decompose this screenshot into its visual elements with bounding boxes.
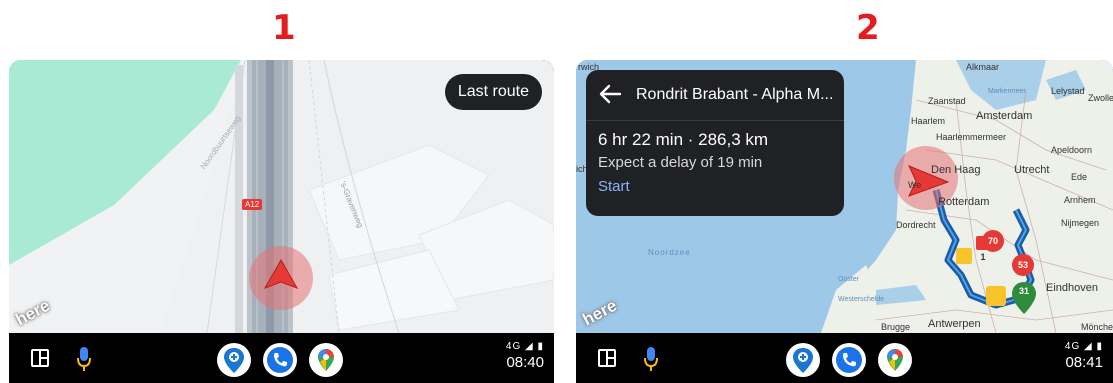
android-auto-taskbar: 4G ◢ ▮ 08:40 <box>9 333 554 383</box>
map-view[interactable]: A12 Noordbuurtseweg 's-Gravenweg Last ro… <box>9 60 554 333</box>
city-label: Rotterdam <box>938 196 990 208</box>
dashboard-grid-icon[interactable] <box>598 349 616 367</box>
status-area: 4G ◢ ▮ 08:40 <box>506 341 544 371</box>
map-view[interactable]: Alkmaar Lelystad Zwolle Zaanstad Amsterd… <box>576 60 1113 333</box>
route-card: Rondrit Brabant - Alpha M... 6 hr 22 min… <box>586 70 844 216</box>
city-label: We <box>908 180 922 190</box>
city-label: Nijmegen <box>1061 218 1100 228</box>
city-label: Mönche <box>1081 322 1113 332</box>
maps-app-icon[interactable] <box>878 343 912 377</box>
city-label: Den Haag <box>931 164 981 176</box>
city-label: Apeldoorn <box>1051 145 1093 155</box>
card-divider <box>586 120 844 121</box>
water-label: Markermeer <box>988 88 1026 95</box>
road-shield: A12 <box>242 199 263 210</box>
android-auto-screen-2: Alkmaar Lelystad Zwolle Zaanstad Amsterd… <box>576 60 1113 383</box>
signal-text: 4G <box>505 341 522 352</box>
phone-app-icon[interactable] <box>263 343 297 377</box>
traffic-delay-badge[interactable]: 70 <box>982 230 1004 252</box>
traffic-delay-badge[interactable]: 1 <box>976 250 990 264</box>
maps-app-icon[interactable] <box>309 343 343 377</box>
page: 1 2 A12 Noordbuurtseweg 's-Gravenweg Las… <box>0 0 1113 383</box>
start-button[interactable]: Start <box>598 178 630 195</box>
status-area: 4G ◢ ▮ 08:41 <box>1065 341 1103 371</box>
traffic-incident-icon <box>956 248 972 264</box>
city-label: Dordrecht <box>896 220 936 230</box>
route-delay: Expect a delay of 19 min <box>598 154 763 171</box>
city-label: Antwerpen <box>928 318 981 330</box>
city-label: Arnhem <box>1064 195 1096 205</box>
microphone-icon[interactable] <box>644 345 658 373</box>
here-app-icon[interactable] <box>786 343 820 377</box>
here-app-icon[interactable] <box>217 343 251 377</box>
clock: 08:40 <box>506 354 544 371</box>
android-auto-screen-1: A12 Noordbuurtseweg 's-Gravenweg Last ro… <box>9 60 554 383</box>
last-route-button[interactable]: Last route <box>444 74 542 110</box>
sea-label: Noordzee <box>648 248 691 257</box>
phone-app-icon[interactable] <box>832 343 866 377</box>
traffic-delay-badge[interactable]: 31 <box>1016 283 1032 299</box>
city-label: Brugge <box>881 322 911 332</box>
clock: 08:41 <box>1065 354 1103 371</box>
city-label: Haarlem <box>911 116 946 126</box>
step-label-1: 1 <box>272 8 296 48</box>
route-title: Rondrit Brabant - Alpha M... <box>636 86 834 103</box>
traffic-delay-badge[interactable]: 53 <box>1012 254 1034 276</box>
city-label: Alkmaar <box>966 62 1000 72</box>
city-label: Eindhoven <box>1046 282 1098 294</box>
traffic-incident-icon <box>986 286 1006 306</box>
city-label: Zaanstad <box>928 96 966 106</box>
city-label: Amsterdam <box>976 110 1033 122</box>
android-auto-taskbar: 4G ◢ ▮ 08:41 <box>576 333 1113 383</box>
route-duration-distance: 6 hr 22 min · 286,3 km <box>598 130 769 149</box>
signal-indicator: 4G ◢ ▮ <box>1064 341 1103 352</box>
city-label: Utrecht <box>1014 164 1050 176</box>
city-label: Zwolle <box>1088 93 1113 103</box>
microphone-icon[interactable] <box>77 345 91 373</box>
signal-text: 4G <box>1064 341 1081 352</box>
city-label: Lelystad <box>1051 86 1085 96</box>
step-label-2: 2 <box>856 8 880 48</box>
water-label: Ooster <box>838 276 860 283</box>
back-arrow-icon[interactable] <box>598 83 622 105</box>
city-label: Ede <box>1071 172 1088 182</box>
dashboard-grid-icon[interactable] <box>31 349 49 367</box>
signal-indicator: 4G ◢ ▮ <box>505 341 544 352</box>
water-label: Westerschelde <box>838 296 885 303</box>
city-label: Haarlemmermeer <box>936 132 1007 142</box>
